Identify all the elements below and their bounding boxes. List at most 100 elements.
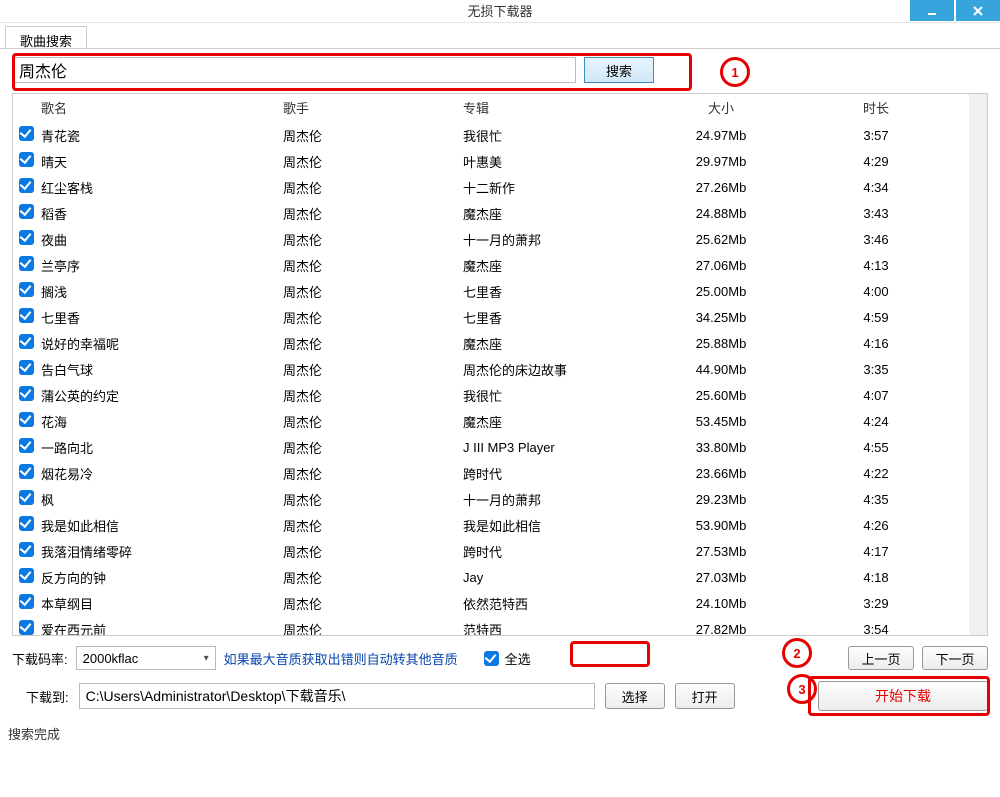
cell-name: 兰亭序 <box>41 256 283 275</box>
table-row[interactable]: 我是如此相信周杰伦我是如此相信53.90Mb4:26 <box>13 512 987 538</box>
column-artist[interactable]: 歌手 <box>283 98 463 117</box>
table-row[interactable]: 告白气球周杰伦周杰伦的床边故事44.90Mb3:35 <box>13 356 987 382</box>
row-checkbox[interactable] <box>19 204 34 219</box>
search-input[interactable] <box>12 57 576 83</box>
table-row[interactable]: 爱在西元前周杰伦范特西27.82Mb3:54 <box>13 616 987 635</box>
row-checkbox[interactable] <box>19 308 34 323</box>
row-checkbox[interactable] <box>19 152 34 167</box>
row-checkbox[interactable] <box>19 438 34 453</box>
row-checkbox[interactable] <box>19 282 34 297</box>
row-checkbox[interactable] <box>19 568 34 583</box>
row-checkbox[interactable] <box>19 178 34 193</box>
table-row[interactable]: 一路向北周杰伦J III MP3 Player33.80Mb4:55 <box>13 434 987 460</box>
cell-duration: 3:54 <box>801 622 951 636</box>
row-checkbox[interactable] <box>19 386 34 401</box>
tab-song-search[interactable]: 歌曲搜索 <box>5 26 87 48</box>
cell-artist: 周杰伦 <box>283 542 463 561</box>
cell-album: 魔杰座 <box>463 204 641 223</box>
window-title: 无损下载器 <box>0 0 1000 23</box>
cell-duration: 4:00 <box>801 284 951 299</box>
table-row[interactable]: 七里香周杰伦七里香34.25Mb4:59 <box>13 304 987 330</box>
table-row[interactable]: 青花瓷周杰伦我很忙24.97Mb3:57 <box>13 122 987 148</box>
cell-duration: 3:35 <box>801 362 951 377</box>
minimize-button[interactable] <box>910 0 954 21</box>
cell-size: 27.03Mb <box>641 570 801 585</box>
table-row[interactable]: 花海周杰伦魔杰座53.45Mb4:24 <box>13 408 987 434</box>
table-row[interactable]: 枫周杰伦十一月的萧邦29.23Mb4:35 <box>13 486 987 512</box>
cell-artist: 周杰伦 <box>283 360 463 379</box>
table-row[interactable]: 红尘客栈周杰伦十二新作27.26Mb4:34 <box>13 174 987 200</box>
cell-artist: 周杰伦 <box>283 178 463 197</box>
start-download-button[interactable]: 开始下载 <box>818 681 988 711</box>
cell-size: 44.90Mb <box>641 362 801 377</box>
cell-duration: 4:16 <box>801 336 951 351</box>
table-row[interactable]: 晴天周杰伦叶惠美29.97Mb4:29 <box>13 148 987 174</box>
cell-name: 我是如此相信 <box>41 516 283 535</box>
cell-artist: 周杰伦 <box>283 490 463 509</box>
table-row[interactable]: 兰亭序周杰伦魔杰座27.06Mb4:13 <box>13 252 987 278</box>
row-checkbox[interactable] <box>19 464 34 479</box>
table-row[interactable]: 夜曲周杰伦十一月的萧邦25.62Mb3:46 <box>13 226 987 252</box>
select-all-label: 全选 <box>505 649 531 668</box>
column-name[interactable]: 歌名 <box>41 98 283 117</box>
table-row[interactable]: 说好的幸福呢周杰伦魔杰座25.88Mb4:16 <box>13 330 987 356</box>
cell-artist: 周杰伦 <box>283 256 463 275</box>
cell-duration: 4:24 <box>801 414 951 429</box>
row-checkbox[interactable] <box>19 542 34 557</box>
cell-name: 夜曲 <box>41 230 283 249</box>
search-button[interactable]: 搜索 <box>584 57 654 83</box>
bitrate-select[interactable]: 2000kflac ▾ <box>76 646 216 670</box>
row-checkbox[interactable] <box>19 360 34 375</box>
prev-page-button[interactable]: 上一页 <box>848 646 914 670</box>
cell-name: 稻香 <box>41 204 283 223</box>
cell-size: 33.80Mb <box>641 440 801 455</box>
table-row[interactable]: 稻香周杰伦魔杰座24.88Mb3:43 <box>13 200 987 226</box>
cell-artist: 周杰伦 <box>283 594 463 613</box>
table-header: 歌名 歌手 专辑 大小 时长 <box>13 94 987 122</box>
row-checkbox[interactable] <box>19 126 34 141</box>
cell-size: 27.82Mb <box>641 622 801 636</box>
row-checkbox[interactable] <box>19 516 34 531</box>
row-checkbox[interactable] <box>19 412 34 427</box>
column-album[interactable]: 专辑 <box>463 98 641 117</box>
row-checkbox[interactable] <box>19 594 34 609</box>
tab-strip: 歌曲搜索 <box>0 23 1000 49</box>
cell-size: 27.53Mb <box>641 544 801 559</box>
cell-album: 范特西 <box>463 620 641 636</box>
cell-album: 跨时代 <box>463 464 641 483</box>
cell-duration: 3:57 <box>801 128 951 143</box>
cell-name: 搁浅 <box>41 282 283 301</box>
cell-album: 叶惠美 <box>463 152 641 171</box>
row-checkbox[interactable] <box>19 256 34 271</box>
cell-duration: 3:29 <box>801 596 951 611</box>
close-button[interactable] <box>956 0 1000 21</box>
table-row[interactable]: 本草纲目周杰伦依然范特西24.10Mb3:29 <box>13 590 987 616</box>
cell-size: 25.62Mb <box>641 232 801 247</box>
cell-size: 25.60Mb <box>641 388 801 403</box>
row-checkbox[interactable] <box>19 490 34 505</box>
open-path-button[interactable]: 打开 <box>675 683 735 709</box>
table-row[interactable]: 搁浅周杰伦七里香25.00Mb4:00 <box>13 278 987 304</box>
bitrate-label: 下载码率: <box>12 649 68 668</box>
table-row[interactable]: 烟花易冷周杰伦跨时代23.66Mb4:22 <box>13 460 987 486</box>
cell-album: 依然范特西 <box>463 594 641 613</box>
table-row[interactable]: 我落泪情绪零碎周杰伦跨时代27.53Mb4:17 <box>13 538 987 564</box>
row-checkbox[interactable] <box>19 620 34 635</box>
next-page-button[interactable]: 下一页 <box>922 646 988 670</box>
cell-duration: 4:55 <box>801 440 951 455</box>
cell-artist: 周杰伦 <box>283 568 463 587</box>
scrollbar-vertical[interactable] <box>969 94 987 635</box>
column-duration[interactable]: 时长 <box>801 98 951 117</box>
download-path-input[interactable] <box>79 683 595 709</box>
cell-album: 我很忙 <box>463 126 641 145</box>
row-checkbox[interactable] <box>19 334 34 349</box>
table-row[interactable]: 反方向的钟周杰伦Jay27.03Mb4:18 <box>13 564 987 590</box>
row-checkbox[interactable] <box>19 230 34 245</box>
choose-path-button[interactable]: 选择 <box>605 683 665 709</box>
table-row[interactable]: 蒲公英的约定周杰伦我很忙25.60Mb4:07 <box>13 382 987 408</box>
select-all-checkbox[interactable] <box>484 651 499 666</box>
bitrate-value: 2000kflac <box>83 651 139 666</box>
cell-name: 烟花易冷 <box>41 464 283 483</box>
cell-size: 29.23Mb <box>641 492 801 507</box>
column-size[interactable]: 大小 <box>641 98 801 117</box>
